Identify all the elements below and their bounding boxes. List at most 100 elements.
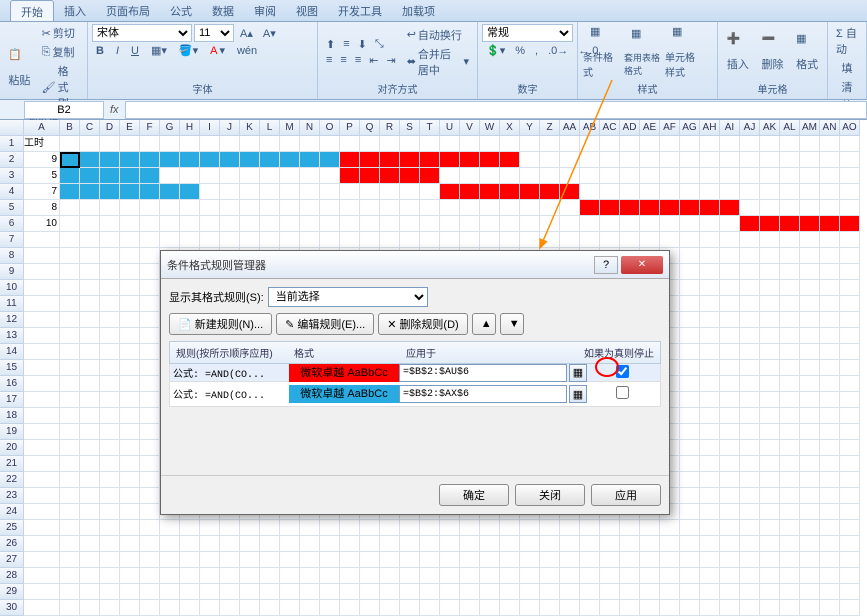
rule-row-2[interactable]: 公式: =AND(CO... 微软卓越 AaBbCc ▦ <box>169 382 661 407</box>
cell[interactable] <box>240 584 260 600</box>
cell[interactable] <box>100 136 120 152</box>
cell[interactable] <box>760 216 780 232</box>
cell[interactable] <box>320 184 340 200</box>
cell[interactable] <box>100 488 120 504</box>
row-header[interactable]: 10 <box>0 280 24 296</box>
cell[interactable] <box>840 184 860 200</box>
cell[interactable] <box>700 184 720 200</box>
cell[interactable] <box>760 360 780 376</box>
cell[interactable] <box>400 568 420 584</box>
cell[interactable] <box>100 472 120 488</box>
cell[interactable] <box>560 584 580 600</box>
cell[interactable] <box>640 520 660 536</box>
cell[interactable] <box>140 600 160 616</box>
cell[interactable] <box>100 168 120 184</box>
cell[interactable] <box>560 152 580 168</box>
cell[interactable] <box>120 264 140 280</box>
tab-formula[interactable]: 公式 <box>160 0 202 21</box>
cell[interactable] <box>800 536 820 552</box>
cell[interactable] <box>540 584 560 600</box>
cell[interactable] <box>100 280 120 296</box>
cell[interactable] <box>640 536 660 552</box>
cell[interactable] <box>800 424 820 440</box>
cell[interactable] <box>80 312 100 328</box>
row-header[interactable]: 12 <box>0 312 24 328</box>
row-header[interactable]: 27 <box>0 552 24 568</box>
cell[interactable] <box>60 456 80 472</box>
cell[interactable] <box>280 584 300 600</box>
cell[interactable] <box>740 184 760 200</box>
row-header[interactable]: 14 <box>0 344 24 360</box>
cell[interactable] <box>200 568 220 584</box>
row-header[interactable]: 26 <box>0 536 24 552</box>
cell[interactable] <box>660 200 680 216</box>
cell[interactable] <box>720 456 740 472</box>
cell[interactable] <box>760 568 780 584</box>
cell[interactable] <box>820 232 840 248</box>
cell[interactable] <box>360 600 380 616</box>
cell[interactable] <box>820 312 840 328</box>
cell[interactable] <box>440 184 460 200</box>
col-header[interactable]: Z <box>540 120 560 136</box>
cell[interactable] <box>480 184 500 200</box>
cell[interactable] <box>840 312 860 328</box>
col-header[interactable]: AG <box>680 120 700 136</box>
cell[interactable] <box>660 232 680 248</box>
cell[interactable] <box>220 184 240 200</box>
cell[interactable] <box>60 312 80 328</box>
move-up-button[interactable]: ▲ <box>472 313 496 335</box>
cell[interactable] <box>620 216 640 232</box>
cell[interactable] <box>24 248 60 264</box>
cell[interactable] <box>700 216 720 232</box>
cell[interactable] <box>80 280 100 296</box>
cell[interactable] <box>840 472 860 488</box>
indent-inc-button[interactable]: ⇥ <box>382 53 399 68</box>
cell[interactable] <box>460 184 480 200</box>
cell[interactable] <box>320 152 340 168</box>
cell[interactable] <box>80 184 100 200</box>
cell[interactable] <box>780 200 800 216</box>
cell[interactable] <box>320 568 340 584</box>
rule-row-1[interactable]: 公式: =AND(CO... 微软卓越 AaBbCc ▦ <box>169 364 661 382</box>
cell[interactable] <box>680 296 700 312</box>
cell[interactable] <box>140 520 160 536</box>
cell[interactable] <box>160 216 180 232</box>
copy-button[interactable]: ⎘复制 <box>38 43 83 61</box>
cell[interactable] <box>140 280 160 296</box>
cell[interactable] <box>700 280 720 296</box>
cell[interactable] <box>60 440 80 456</box>
cell[interactable] <box>820 376 840 392</box>
cell[interactable] <box>140 472 160 488</box>
cell[interactable] <box>160 152 180 168</box>
cell[interactable] <box>420 536 440 552</box>
cell[interactable] <box>820 264 840 280</box>
cell[interactable] <box>60 136 80 152</box>
cell[interactable] <box>320 136 340 152</box>
fx-icon[interactable]: fx <box>104 104 125 116</box>
cell[interactable] <box>660 584 680 600</box>
cell[interactable] <box>720 360 740 376</box>
row-header[interactable]: 3 <box>0 168 24 184</box>
tab-view[interactable]: 视图 <box>286 0 328 21</box>
cell[interactable] <box>840 360 860 376</box>
cell[interactable] <box>24 280 60 296</box>
cell[interactable] <box>840 488 860 504</box>
cell[interactable] <box>720 568 740 584</box>
cell[interactable] <box>820 328 840 344</box>
formula-input[interactable] <box>125 101 867 119</box>
cell[interactable] <box>640 568 660 584</box>
cell[interactable] <box>24 568 60 584</box>
cell[interactable] <box>800 216 820 232</box>
cell[interactable] <box>60 392 80 408</box>
close-button[interactable]: 关闭 <box>515 484 585 506</box>
cell[interactable] <box>300 584 320 600</box>
cell[interactable] <box>240 568 260 584</box>
cell[interactable] <box>140 408 160 424</box>
cell[interactable] <box>280 600 300 616</box>
row-header[interactable]: 4 <box>0 184 24 200</box>
col-header[interactable]: W <box>480 120 500 136</box>
cell[interactable] <box>780 216 800 232</box>
cell[interactable] <box>260 136 280 152</box>
clear-button[interactable]: 清 <box>838 78 857 96</box>
cell[interactable] <box>420 584 440 600</box>
